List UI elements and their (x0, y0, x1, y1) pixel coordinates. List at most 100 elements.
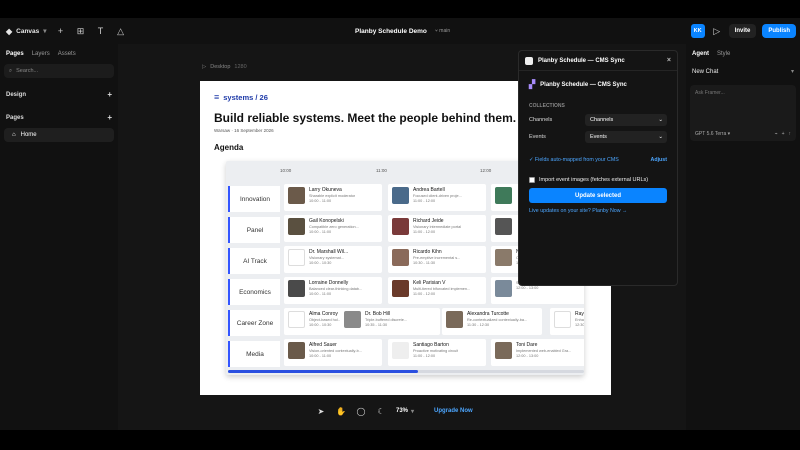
event-card[interactable]: Keli Parisian V Multi-tiered bifurcated i… (388, 277, 486, 304)
event-description: Compatible zero generation... (309, 225, 359, 229)
speaker-name: Lorraine Donnelly (309, 280, 349, 286)
event-card[interactable]: Toni Dare Implemented web-enabled Gra... 1… (491, 339, 584, 366)
event-card[interactable]: Santiago Barton Proactive motivating circ… (388, 339, 486, 366)
search-input[interactable]: ⌕ Search... (4, 64, 114, 78)
tab-style[interactable]: Style (717, 51, 730, 57)
chat-input[interactable]: Ask Framer... GPT 5.6 Terra ▾ ⌁ + ↑ (690, 85, 796, 141)
event-card[interactable]: Richard Jeide Visionary intermediate port… (388, 215, 486, 242)
speaker-photo (288, 311, 305, 328)
canvas-menu[interactable]: ◆ Canvas ▾ (6, 27, 47, 36)
speaker-photo (495, 218, 512, 235)
event-card[interactable]: Lorraine Donnelly Balanced clear-thinking… (284, 277, 382, 304)
play-icon[interactable]: ▷ (711, 25, 723, 37)
horizontal-scrollbar[interactable] (228, 370, 584, 373)
framer-logo-icon: ◆ (6, 26, 13, 36)
send-icon[interactable]: ↑ (789, 131, 792, 137)
channel-label[interactable]: Panel (228, 217, 280, 243)
top-toolbar: ◆ Canvas ▾ + ⊞ T △ Planby Schedule Demo … (0, 18, 800, 44)
event-card[interactable]: Dr. Marshall Wil... Visionary systemat...… (284, 246, 382, 273)
pointer-icon[interactable]: ➤ (316, 406, 326, 416)
text-icon[interactable]: T (95, 25, 107, 37)
time-label: 11:00 (376, 168, 387, 173)
new-chat-select[interactable]: New Chat ▾ (686, 68, 800, 76)
branch-label[interactable]: ⑂ main (435, 28, 450, 34)
project-title[interactable]: Planby Schedule Demo (355, 28, 427, 35)
event-time: 11:00 - 12:00 (413, 230, 436, 234)
event-card[interactable]: Dr. Bob Hill Triple-buffered discrete... 1… (340, 308, 440, 335)
event-card[interactable]: Andrea Bartell Focused client-driven proj… (388, 184, 486, 211)
chat-actions: ⌁ + ↑ (775, 131, 791, 137)
live-updates-link[interactable]: Live updates on your site? Planby Now → (519, 208, 677, 214)
event-card[interactable]: Alfred Sauer Vision-oriented contextually… (284, 339, 382, 366)
event-card[interactable]: Alexandra Turcotte Re-contextualized cont… (442, 308, 542, 335)
time-label: 12:00 (480, 168, 492, 173)
right-sidebar: Agent Style New Chat ▾ Ask Framer... GPT… (686, 44, 800, 430)
page-item-home[interactable]: ⌂ Home (4, 128, 114, 142)
channel-label[interactable]: Economics (228, 279, 280, 305)
chevron-down-icon: ⌄ (658, 117, 663, 123)
event-time: 11:00 - 12:00 (413, 354, 436, 358)
import-images-checkbox-row[interactable]: Import event images (fetches external UR… (519, 177, 677, 183)
event-time: 10:35 - 11:30 (365, 323, 388, 327)
channel-label[interactable]: Career Zone (228, 310, 280, 336)
event-card-text: Toni Dare Implemented web-enabled Gra... 1… (516, 342, 571, 363)
scrollbar-thumb[interactable] (228, 370, 418, 373)
hand-icon[interactable]: ✋ (336, 406, 346, 416)
events-select[interactable]: Events ⌄ (585, 131, 667, 143)
adjust-link[interactable]: Adjust (651, 157, 667, 163)
component-icon[interactable]: △ (115, 25, 127, 37)
zoom-select[interactable]: 73% ▾ (396, 408, 414, 415)
collections-heading: COLLECTIONS (529, 103, 565, 109)
event-description: Focused client-driven proje... (413, 194, 462, 198)
event-time: 10:30 - 11:30 (413, 261, 436, 265)
design-label: Design (6, 91, 27, 98)
update-selected-button[interactable]: Update selected (529, 188, 667, 203)
invite-button[interactable]: Invite (728, 24, 757, 38)
channels-select[interactable]: Channels ⌄ (585, 114, 667, 126)
zoom-level: 73% (396, 407, 409, 414)
event-card-text: Larry Okuneva Sharable explicit moderator… (309, 187, 355, 208)
event-description: Balanced clear-thinking datab... (309, 287, 363, 291)
close-icon[interactable]: × (667, 57, 671, 64)
event-card[interactable]: Gail Konopelski Compatible zero generatio… (284, 215, 382, 242)
insert-icon[interactable]: + (55, 25, 67, 37)
add-icon[interactable]: + (782, 131, 785, 137)
speaker-photo (495, 342, 512, 359)
speaker-name: Santiago Barton (413, 342, 449, 348)
publish-button[interactable]: Publish (762, 24, 796, 38)
events-label: Events (529, 134, 546, 140)
upgrade-now-link[interactable]: Upgrade Now (434, 408, 473, 414)
event-description: Implemented web-enabled Gra... (516, 349, 572, 353)
tab-pages[interactable]: Pages (6, 51, 24, 57)
event-description: Pre-emptive incremental s... (413, 256, 461, 260)
comment-icon[interactable]: ◯ (356, 406, 366, 416)
channel-label[interactable]: Media (228, 341, 280, 367)
tab-agent[interactable]: Agent (692, 51, 709, 57)
avatar[interactable]: KK (690, 24, 705, 38)
canvas-menu-label: Canvas (16, 27, 40, 35)
event-time: 10:00 - 11:00 (309, 292, 332, 296)
home-icon: ⌂ (12, 132, 16, 138)
tab-assets[interactable]: Assets (58, 51, 76, 57)
model-select[interactable]: GPT 5.6 Terra ▾ (695, 131, 730, 137)
speaker-name: Toni Dare (516, 342, 538, 348)
channel-label[interactable]: AI Track (228, 248, 280, 274)
add-page-icon[interactable]: + (107, 113, 112, 122)
auto-mapped-text: ✓ Fields auto-mapped from your CMS (529, 157, 619, 163)
dark-mode-icon[interactable]: ☾ (376, 406, 386, 416)
frame-label[interactable]: ▷ Desktop 1280 (202, 64, 247, 70)
add-design-icon[interactable]: + (107, 90, 112, 99)
tab-layers[interactable]: Layers (32, 51, 50, 57)
frame-icon[interactable]: ⊞ (75, 25, 87, 37)
speaker-photo (288, 342, 305, 359)
channel-label[interactable]: Innovation (228, 186, 280, 212)
event-card-text: Alfred Sauer Vision-oriented contextually… (309, 342, 362, 363)
event-card[interactable]: Larry Okuneva Sharable explicit moderator… (284, 184, 382, 211)
event-description: Vision-oriented contextually-b... (309, 349, 362, 353)
event-card[interactable]: Ricardo Kihn Pre-emptive incremental s...… (388, 246, 486, 273)
import-images-checkbox[interactable] (529, 177, 535, 183)
panel-header: Planby Schedule — CMS Sync × (519, 51, 677, 71)
event-card[interactable]: Raymond Wil...Enhanced real-ti...12:30 -… (550, 308, 584, 335)
event-card-text: Alexandra Turcotte Re-contextualized cont… (467, 311, 527, 332)
attach-icon[interactable]: ⌁ (775, 131, 778, 137)
